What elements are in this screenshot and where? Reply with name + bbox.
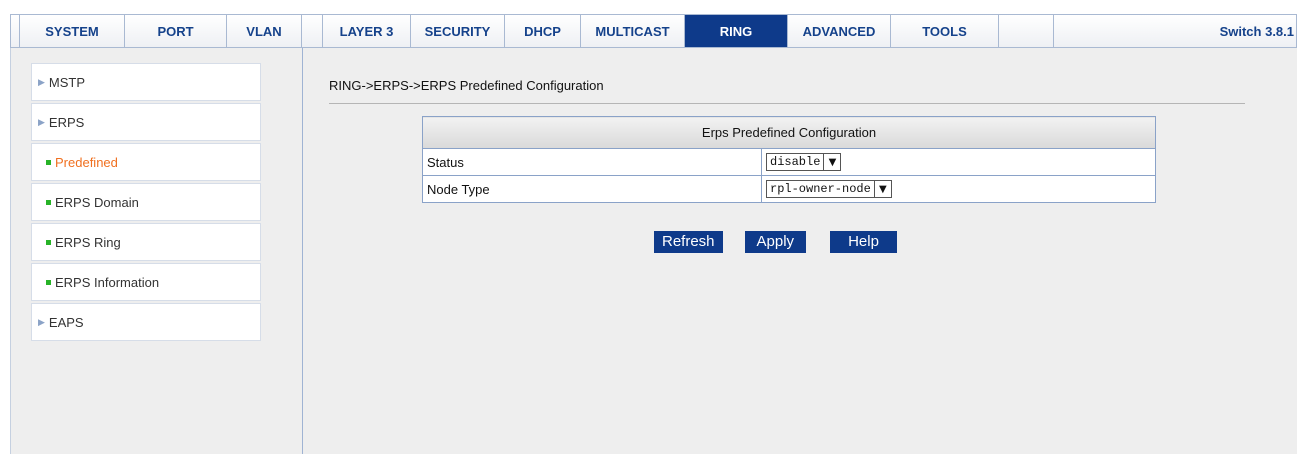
sidebar-item-label: ERPS Domain: [55, 194, 139, 210]
sidebar-item-label: EAPS: [48, 314, 84, 330]
version-label: Switch 3.8.1: [1053, 15, 1296, 47]
node-type-select-value: rpl-owner-node: [770, 182, 871, 196]
triangle-right-icon: ▶: [38, 76, 45, 87]
node-type-label: Node Type: [422, 175, 762, 203]
tab-ring[interactable]: RING: [685, 15, 788, 47]
table-row: Status disable ▼: [422, 148, 1156, 176]
sidebar-item-label: ERPS Information: [55, 274, 160, 290]
node-type-cell: rpl-owner-node ▼: [761, 175, 1156, 203]
tab-dhcp[interactable]: DHCP: [505, 15, 581, 47]
tab-tools[interactable]: TOOLS: [891, 15, 999, 47]
apply-button[interactable]: Apply: [744, 231, 807, 253]
status-select-value: disable: [770, 155, 821, 169]
bullet-square-icon: [46, 159, 51, 165]
sidebar-item-label: Predefined: [55, 154, 118, 170]
bullet-square-icon: [46, 279, 51, 285]
status-select[interactable]: disable ▼: [766, 153, 842, 171]
triangle-right-icon: ▶: [38, 316, 45, 327]
content-pane: RING->ERPS->ERPS Predefined Configuratio…: [304, 48, 1297, 454]
triangle-right-icon: ▶: [38, 116, 45, 127]
button-row: Refresh Apply Help: [654, 231, 897, 253]
chevron-down-icon[interactable]: ▼: [873, 181, 891, 197]
sidebar-item-eaps[interactable]: ▶ EAPS: [31, 303, 261, 341]
tab-system[interactable]: SYSTEM: [20, 15, 125, 47]
table-title: Erps Predefined Configuration: [422, 116, 1156, 149]
table-row: Node Type rpl-owner-node ▼: [422, 175, 1156, 203]
bullet-square-icon: [46, 199, 51, 205]
main-frame: ▶ MSTP ▶ ERPS Predefined ERPS Domain ERP…: [10, 48, 1297, 454]
config-table: Erps Predefined Configuration Status dis…: [422, 116, 1156, 203]
sidebar-item-label: ERPS Ring: [55, 234, 121, 250]
tab-security[interactable]: SECURITY: [411, 15, 505, 47]
sidebar-item-erps-domain[interactable]: ERPS Domain: [31, 183, 261, 221]
sidebar-item-erps-information[interactable]: ERPS Information: [31, 263, 261, 301]
nav-left-edge: [11, 15, 20, 47]
tab-layer3[interactable]: LAYER 3: [323, 15, 411, 47]
chevron-down-icon[interactable]: ▼: [823, 154, 840, 170]
sidebar-item-erps[interactable]: ▶ ERPS: [31, 103, 261, 141]
sidebar-item-label: MSTP: [48, 74, 86, 90]
refresh-button[interactable]: Refresh: [654, 231, 723, 253]
sidebar-item-erps-ring[interactable]: ERPS Ring: [31, 223, 261, 261]
sidebar-item-predefined[interactable]: Predefined: [31, 143, 261, 181]
tab-multicast[interactable]: MULTICAST: [581, 15, 685, 47]
help-button[interactable]: Help: [830, 231, 897, 253]
divider: [329, 103, 1245, 104]
tab-advanced[interactable]: ADVANCED: [788, 15, 891, 47]
sidebar-item-mstp[interactable]: ▶ MSTP: [31, 63, 261, 101]
nav-separator: [302, 15, 323, 47]
breadcrumb: RING->ERPS->ERPS Predefined Configuratio…: [329, 78, 604, 93]
sidebar: ▶ MSTP ▶ ERPS Predefined ERPS Domain ERP…: [11, 48, 303, 454]
sidebar-item-label: ERPS: [48, 114, 85, 130]
status-label: Status: [422, 148, 762, 176]
top-nav-bar: SYSTEM PORT VLAN LAYER 3 SECURITY DHCP M…: [10, 14, 1297, 48]
status-cell: disable ▼: [761, 148, 1156, 176]
bullet-square-icon: [46, 239, 51, 245]
tab-port[interactable]: PORT: [125, 15, 227, 47]
sidebar-menu: ▶ MSTP ▶ ERPS Predefined ERPS Domain ERP…: [31, 63, 261, 343]
node-type-select[interactable]: rpl-owner-node ▼: [766, 180, 892, 198]
tab-vlan[interactable]: VLAN: [227, 15, 302, 47]
